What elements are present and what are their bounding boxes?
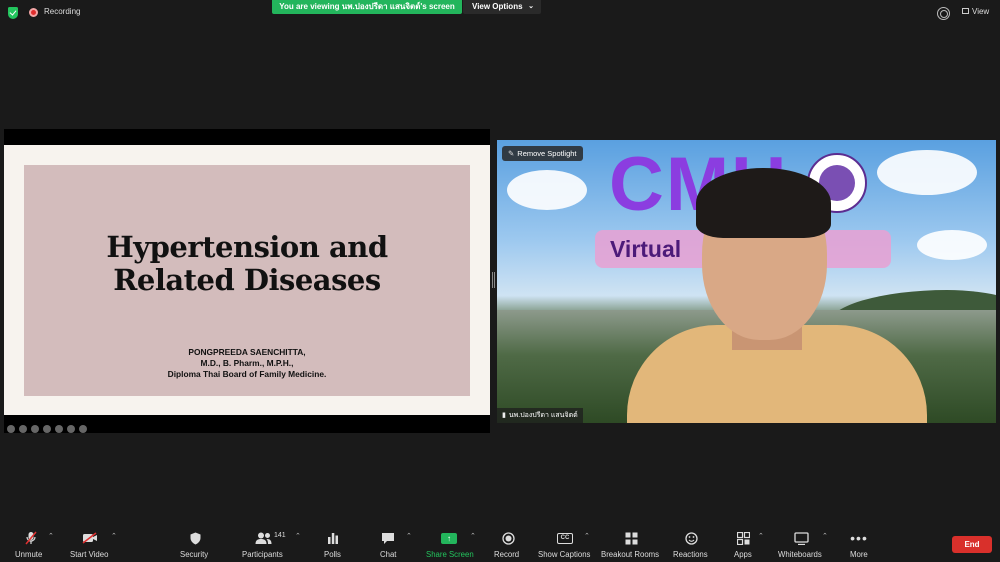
share-caret-icon[interactable]: ⌃	[470, 532, 476, 540]
background-cloud	[877, 150, 977, 195]
recording-label[interactable]: Recording	[44, 7, 80, 16]
more-label: More	[850, 550, 868, 559]
zoom-icon[interactable]	[31, 425, 39, 433]
recording-icon	[29, 8, 38, 17]
author-line2: M.D., B. Pharm., M.P.H.,	[200, 358, 294, 368]
polls-button[interactable]: Polls	[320, 523, 346, 562]
view-label: View	[972, 7, 990, 16]
whiteboard-caret-icon[interactable]: ⌃	[822, 532, 828, 540]
remove-spotlight-button[interactable]: ✎ Remove Spotlight	[502, 146, 583, 161]
participants-button[interactable]: 141 ⌃ Participants	[240, 523, 304, 562]
slides-icon[interactable]	[43, 425, 51, 433]
video-caret-icon[interactable]: ⌃	[111, 532, 117, 540]
polls-icon	[326, 531, 340, 545]
share-screen-button[interactable]: ↑ ⌃ Share Screen	[424, 523, 480, 562]
pen-icon[interactable]	[19, 425, 27, 433]
author-line3: Diploma Thai Board of Family Medicine.	[167, 369, 327, 379]
video-tile[interactable]: CMU Virtualnds ✎Remove Spotlight ▮นพ.ปอง…	[497, 140, 996, 423]
viewing-banner: You are viewing นพ.ปองปรีดา แสนจิตต์'s s…	[272, 0, 462, 14]
view-options-button[interactable]: View Options ⌄	[463, 0, 541, 14]
start-video-button[interactable]: ⌃ Start Video	[68, 523, 118, 562]
share-screen-icon: ↑	[440, 531, 458, 545]
background-cloud	[917, 230, 987, 260]
apps-caret-icon[interactable]: ⌃	[758, 532, 764, 540]
security-button[interactable]: Security	[177, 523, 213, 562]
top-bar: Recording You are viewing นพ.ปองปรีดา แส…	[0, 0, 1000, 26]
slide-title: Hypertension and Related Diseases	[24, 231, 470, 297]
slide-title-card: Hypertension and Related Diseases PONGPR…	[24, 165, 470, 396]
profile-icon[interactable]	[937, 7, 950, 20]
reactions-label: Reactions	[673, 550, 708, 559]
participants-label: Participants	[242, 550, 283, 559]
cc-badge: CC	[557, 532, 573, 544]
whiteboards-button[interactable]: ⌃ Whiteboards	[777, 523, 833, 562]
polls-label: Polls	[324, 550, 341, 559]
whiteboard-icon	[793, 531, 809, 545]
split-handle[interactable]	[492, 272, 495, 288]
author-line1: PONGPREEDA SAENCHITTA,	[188, 347, 306, 357]
participants-icon	[255, 531, 272, 545]
pin-icon: ✎	[508, 149, 515, 158]
captions-caret-icon[interactable]: ⌃	[584, 532, 590, 540]
signal-bars-icon: ▮	[502, 412, 506, 419]
grid-view-icon	[962, 8, 969, 14]
more-icon: •••	[850, 530, 868, 546]
reactions-button[interactable]: Reactions	[671, 523, 717, 562]
apps-icon	[736, 531, 750, 545]
meeting-toolbar: ⌃ Unmute ⌃ Start Video Security 141 ⌃ Pa…	[0, 523, 1000, 562]
view-options-label: View Options	[472, 2, 523, 11]
apps-button[interactable]: ⌃ Apps	[731, 523, 767, 562]
slide-title-line1: Hypertension and	[106, 230, 388, 264]
captions-icon: CC	[556, 531, 574, 545]
background-banner-word: Virtual	[610, 236, 682, 262]
breakout-rooms-button[interactable]: Breakout Rooms	[600, 523, 662, 562]
participants-caret-icon[interactable]: ⌃	[295, 532, 301, 540]
camera-icon[interactable]	[55, 425, 63, 433]
unmute-button[interactable]: ⌃ Unmute	[12, 523, 54, 562]
chevron-down-icon: ⌄	[528, 3, 534, 10]
share-screen-label: Share Screen	[426, 550, 474, 559]
shield-check-icon[interactable]	[8, 7, 18, 19]
chat-button[interactable]: ⌃ Chat	[376, 523, 416, 562]
show-captions-button[interactable]: CC ⌃ Show Captions	[536, 523, 596, 562]
prev-slide-icon[interactable]	[7, 425, 15, 433]
apps-label: Apps	[734, 550, 752, 559]
shared-screen[interactable]: Hypertension and Related Diseases PONGPR…	[4, 129, 490, 433]
view-button[interactable]: View	[962, 7, 989, 16]
end-meeting-button[interactable]: End	[952, 536, 992, 553]
participant-count: 141	[274, 532, 286, 539]
chat-icon	[381, 531, 395, 545]
slide-title-line2: Related Diseases	[113, 263, 381, 297]
security-label: Security	[180, 550, 209, 559]
breakout-rooms-icon	[624, 531, 638, 545]
slide: Hypertension and Related Diseases PONGPR…	[4, 145, 490, 433]
security-shield-icon	[189, 531, 201, 545]
next-slide-icon[interactable]	[79, 425, 87, 433]
slide-author: PONGPREEDA SAENCHITTA, M.D., B. Pharm., …	[24, 347, 470, 380]
unmute-caret-icon[interactable]: ⌃	[48, 532, 54, 540]
remove-spotlight-label: Remove Spotlight	[517, 149, 577, 158]
participant-hair	[696, 168, 831, 238]
whiteboards-label: Whiteboards	[778, 550, 822, 559]
chat-label: Chat	[380, 550, 397, 559]
more-button[interactable]: ••• More	[847, 523, 875, 562]
record-icon	[501, 531, 515, 545]
slide-tools	[7, 425, 87, 435]
chat-caret-icon[interactable]: ⌃	[406, 532, 412, 540]
breakout-rooms-label: Breakout Rooms	[601, 550, 660, 559]
start-video-label: Start Video	[70, 550, 109, 559]
show-captions-label: Show Captions	[538, 550, 591, 559]
mic-muted-icon	[24, 531, 38, 545]
video-off-icon	[82, 531, 98, 545]
background-cloud	[507, 170, 587, 210]
unmute-label: Unmute	[15, 550, 43, 559]
more-options-icon[interactable]	[67, 425, 75, 433]
participant-name: นพ.ปองปรีดา แสนจิตต์	[508, 412, 578, 419]
record-button[interactable]: Record	[492, 523, 524, 562]
participant-name-tag: ▮ นพ.ปองปรีดา แสนจิตต์	[497, 408, 583, 423]
reactions-icon	[684, 531, 698, 545]
record-label: Record	[494, 550, 520, 559]
